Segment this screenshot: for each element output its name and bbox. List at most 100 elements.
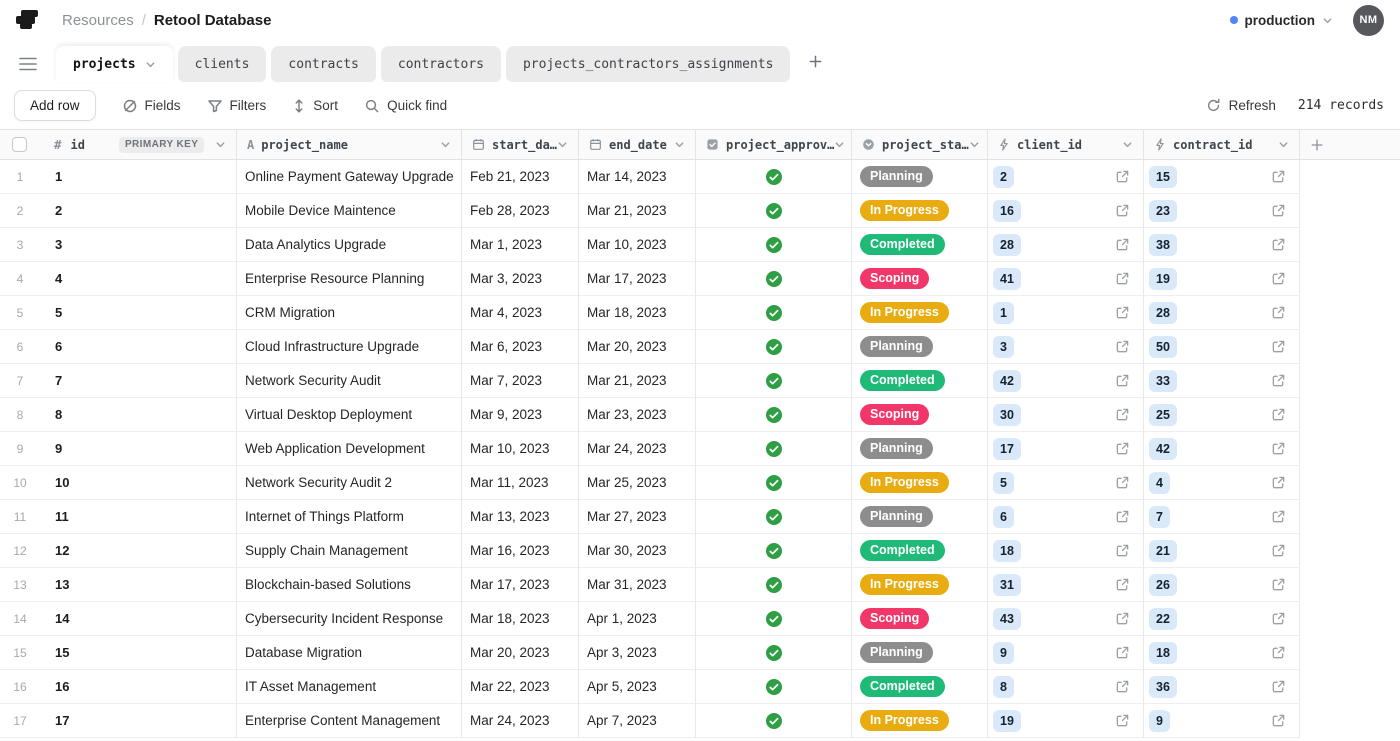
project-approval-cell[interactable] — [696, 296, 852, 330]
environment-selector[interactable]: production — [1230, 13, 1334, 28]
external-link-icon[interactable] — [1115, 509, 1130, 524]
tab-contractors[interactable]: contractors — [381, 46, 501, 82]
start-date-cell[interactable]: Mar 22, 2023 — [462, 670, 579, 704]
project-status-cell[interactable]: In Progress — [852, 466, 988, 500]
contract-id-chip[interactable]: 23 — [1149, 200, 1177, 222]
project-status-cell[interactable]: Completed — [852, 670, 988, 704]
project-approval-cell[interactable] — [696, 160, 852, 194]
project-name-cell[interactable]: Database Migration — [237, 636, 462, 670]
contract-id-chip[interactable]: 25 — [1149, 404, 1177, 426]
contract-id-cell[interactable]: 28 — [1144, 296, 1300, 330]
filters-button[interactable]: Filters — [207, 98, 267, 114]
project-approval-cell[interactable] — [696, 330, 852, 364]
column-header-end-date[interactable]: end_date — [579, 130, 696, 159]
tab-contracts[interactable]: contracts — [271, 46, 375, 82]
refresh-button[interactable]: Refresh — [1206, 98, 1276, 113]
project-approval-cell[interactable] — [696, 670, 852, 704]
table-row[interactable]: 14 14 Cybersecurity Incident Response Ma… — [0, 602, 1400, 636]
id-cell[interactable]: 2 2 — [0, 194, 237, 228]
add-column-button[interactable] — [1300, 130, 1400, 159]
project-approval-cell[interactable] — [696, 568, 852, 602]
client-id-cell[interactable]: 41 — [988, 262, 1144, 296]
contract-id-cell[interactable]: 42 — [1144, 432, 1300, 466]
end-date-cell[interactable]: Mar 14, 2023 — [579, 160, 696, 194]
contract-id-chip[interactable]: 19 — [1149, 268, 1177, 290]
start-date-cell[interactable]: Mar 11, 2023 — [462, 466, 579, 500]
external-link-icon[interactable] — [1115, 611, 1130, 626]
external-link-icon[interactable] — [1271, 441, 1286, 456]
contract-id-chip[interactable]: 28 — [1149, 302, 1177, 324]
start-date-cell[interactable]: Mar 9, 2023 — [462, 398, 579, 432]
contract-id-cell[interactable]: 25 — [1144, 398, 1300, 432]
contract-id-chip[interactable]: 26 — [1149, 574, 1177, 596]
end-date-cell[interactable]: Mar 18, 2023 — [579, 296, 696, 330]
external-link-icon[interactable] — [1115, 679, 1130, 694]
add-row-button[interactable]: Add row — [14, 90, 96, 121]
table-row[interactable]: 13 13 Blockchain-based Solutions Mar 17,… — [0, 568, 1400, 602]
project-status-cell[interactable]: Scoping — [852, 262, 988, 296]
project-approval-cell[interactable] — [696, 466, 852, 500]
contract-id-chip[interactable]: 21 — [1149, 540, 1177, 562]
id-cell[interactable]: 12 12 — [0, 534, 237, 568]
tab-clients[interactable]: clients — [178, 46, 267, 82]
table-row[interactable]: 12 12 Supply Chain Management Mar 16, 20… — [0, 534, 1400, 568]
id-cell[interactable]: 6 6 — [0, 330, 237, 364]
end-date-cell[interactable]: Mar 21, 2023 — [579, 364, 696, 398]
start-date-cell[interactable]: Mar 10, 2023 — [462, 432, 579, 466]
project-status-cell[interactable]: Planning — [852, 432, 988, 466]
start-date-cell[interactable]: Mar 3, 2023 — [462, 262, 579, 296]
end-date-cell[interactable]: Apr 5, 2023 — [579, 670, 696, 704]
project-status-cell[interactable]: Completed — [852, 228, 988, 262]
start-date-cell[interactable]: Mar 1, 2023 — [462, 228, 579, 262]
project-status-cell[interactable]: In Progress — [852, 704, 988, 738]
start-date-cell[interactable]: Feb 21, 2023 — [462, 160, 579, 194]
contract-id-chip[interactable]: 9 — [1149, 710, 1170, 732]
table-row[interactable]: 3 3 Data Analytics Upgrade Mar 1, 2023 M… — [0, 228, 1400, 262]
project-name-cell[interactable]: Online Payment Gateway Upgrade — [237, 160, 462, 194]
project-approval-cell[interactable] — [696, 228, 852, 262]
project-approval-cell[interactable] — [696, 500, 852, 534]
contract-id-chip[interactable]: 18 — [1149, 642, 1177, 664]
start-date-cell[interactable]: Mar 16, 2023 — [462, 534, 579, 568]
project-approval-cell[interactable] — [696, 704, 852, 738]
project-name-cell[interactable]: Mobile Device Maintence — [237, 194, 462, 228]
external-link-icon[interactable] — [1271, 407, 1286, 422]
project-status-cell[interactable]: Scoping — [852, 398, 988, 432]
project-name-cell[interactable]: Supply Chain Management — [237, 534, 462, 568]
end-date-cell[interactable]: Apr 1, 2023 — [579, 602, 696, 636]
project-approval-cell[interactable] — [696, 194, 852, 228]
column-header-contract-id[interactable]: contract_id — [1144, 130, 1300, 159]
chevron-down-icon[interactable] — [215, 139, 226, 150]
start-date-cell[interactable]: Mar 24, 2023 — [462, 704, 579, 738]
external-link-icon[interactable] — [1271, 611, 1286, 626]
client-id-cell[interactable]: 18 — [988, 534, 1144, 568]
end-date-cell[interactable]: Apr 3, 2023 — [579, 636, 696, 670]
external-link-icon[interactable] — [1115, 475, 1130, 490]
project-approval-cell[interactable] — [696, 262, 852, 296]
external-link-icon[interactable] — [1271, 577, 1286, 592]
external-link-icon[interactable] — [1115, 645, 1130, 660]
client-id-cell[interactable]: 19 — [988, 704, 1144, 738]
chevron-down-icon[interactable] — [557, 139, 568, 150]
table-row[interactable]: 15 15 Database Migration Mar 20, 2023 Ap… — [0, 636, 1400, 670]
project-approval-cell[interactable] — [696, 602, 852, 636]
end-date-cell[interactable]: Mar 27, 2023 — [579, 500, 696, 534]
sort-button[interactable]: Sort — [292, 98, 338, 114]
id-cell[interactable]: 17 17 — [0, 704, 237, 738]
table-row[interactable]: 5 5 CRM Migration Mar 4, 2023 Mar 18, 20… — [0, 296, 1400, 330]
external-link-icon[interactable] — [1115, 203, 1130, 218]
end-date-cell[interactable]: Mar 24, 2023 — [579, 432, 696, 466]
chevron-down-icon[interactable] — [969, 139, 980, 150]
project-status-cell[interactable]: Completed — [852, 364, 988, 398]
contract-id-cell[interactable]: 50 — [1144, 330, 1300, 364]
contract-id-cell[interactable]: 18 — [1144, 636, 1300, 670]
client-id-chip[interactable]: 5 — [993, 472, 1014, 494]
client-id-cell[interactable]: 31 — [988, 568, 1144, 602]
project-approval-cell[interactable] — [696, 432, 852, 466]
client-id-chip[interactable]: 2 — [993, 166, 1014, 188]
client-id-cell[interactable]: 6 — [988, 500, 1144, 534]
start-date-cell[interactable]: Mar 6, 2023 — [462, 330, 579, 364]
project-name-cell[interactable]: Cloud Infrastructure Upgrade — [237, 330, 462, 364]
contract-id-chip[interactable]: 38 — [1149, 234, 1177, 256]
client-id-cell[interactable]: 1 — [988, 296, 1144, 330]
